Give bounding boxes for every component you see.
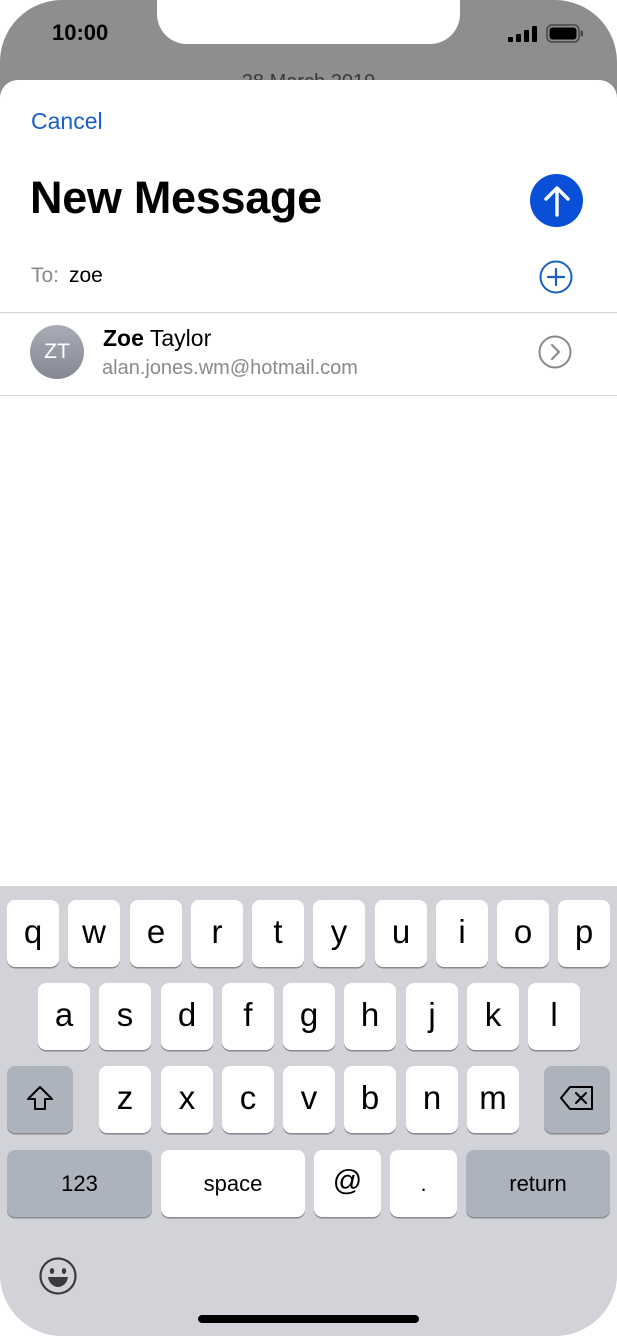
divider: [0, 395, 617, 396]
key-m[interactable]: m: [467, 1066, 519, 1133]
key-t[interactable]: t: [252, 900, 304, 967]
space-key[interactable]: space: [161, 1150, 305, 1217]
contact-suggestion[interactable]: ZT Zoe Taylor alan.jones.wm@hotmail.com: [0, 313, 617, 395]
key-n[interactable]: n: [406, 1066, 458, 1133]
arrow-up-icon: [543, 185, 570, 217]
status-time: 10:00: [52, 20, 109, 45]
page-title: New Message: [30, 172, 322, 223]
backspace-icon: [560, 1085, 593, 1110]
status-bar: 10:00 28 March 2019: [0, 0, 617, 82]
key-b[interactable]: b: [344, 1066, 396, 1133]
contact-last-name: Taylor: [149, 325, 212, 351]
key-q[interactable]: q: [7, 900, 59, 967]
key-g[interactable]: g: [283, 983, 335, 1050]
cancel-button[interactable]: Cancel: [31, 108, 103, 135]
key-v[interactable]: v: [283, 1066, 335, 1133]
recipient-row: To: zoe: [0, 256, 617, 312]
key-e[interactable]: e: [130, 900, 182, 967]
key-z[interactable]: z: [99, 1066, 151, 1133]
key-u[interactable]: u: [375, 900, 427, 967]
contact-first-name: Zoe: [103, 325, 144, 351]
keyboard: q w e r t y u i o p a s d f g h j k l z …: [0, 886, 617, 1336]
key-h[interactable]: h: [344, 983, 396, 1050]
home-indicator[interactable]: [198, 1315, 419, 1323]
key-s[interactable]: s: [99, 983, 151, 1050]
contact-name: Zoe Taylor: [103, 325, 211, 352]
notch: [157, 0, 460, 44]
phone-screen: 10:00 28 March 2019 Cancel New Message T…: [0, 0, 617, 1336]
key-j[interactable]: j: [406, 983, 458, 1050]
recipient-input[interactable]: zoe: [69, 264, 103, 288]
key-l[interactable]: l: [528, 983, 580, 1050]
key-r[interactable]: r: [191, 900, 243, 967]
key-p[interactable]: p: [558, 900, 610, 967]
key-f[interactable]: f: [222, 983, 274, 1050]
key-x[interactable]: x: [161, 1066, 213, 1133]
cellular-signal-icon: [508, 26, 537, 42]
shift-icon: [27, 1085, 53, 1110]
key-i[interactable]: i: [436, 900, 488, 967]
key-o[interactable]: o: [497, 900, 549, 967]
key-w[interactable]: w: [68, 900, 120, 967]
at-key[interactable]: @: [314, 1150, 381, 1217]
add-contact-icon[interactable]: [539, 260, 573, 294]
avatar: ZT: [30, 325, 84, 379]
contact-email: alan.jones.wm@hotmail.com: [102, 357, 358, 379]
return-key[interactable]: return: [466, 1150, 610, 1217]
to-label: To:: [31, 264, 60, 287]
battery-icon: [546, 24, 583, 43]
chevron-right-circle-icon[interactable]: [538, 335, 572, 369]
send-button[interactable]: [530, 174, 583, 227]
shift-key[interactable]: [7, 1066, 73, 1133]
key-d[interactable]: d: [161, 983, 213, 1050]
key-a[interactable]: a: [38, 983, 90, 1050]
numbers-key[interactable]: 123: [7, 1150, 152, 1217]
emoji-icon[interactable]: [38, 1256, 78, 1296]
key-c[interactable]: c: [222, 1066, 274, 1133]
delete-key[interactable]: [544, 1066, 610, 1133]
key-y[interactable]: y: [313, 900, 365, 967]
period-key[interactable]: .: [390, 1150, 457, 1217]
key-k[interactable]: k: [467, 983, 519, 1050]
